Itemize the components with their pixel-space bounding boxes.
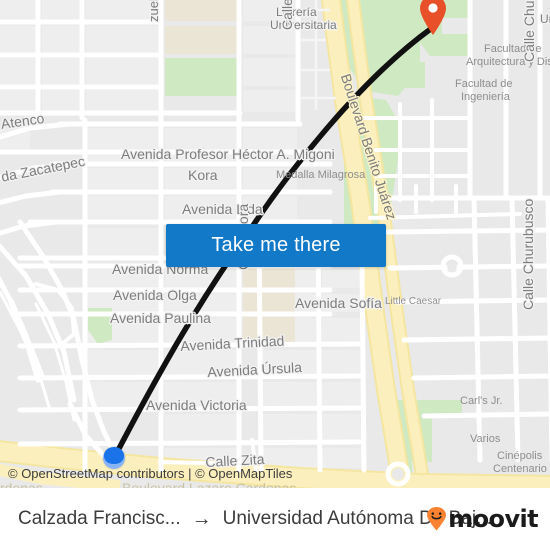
route-summary: Calzada Francisc... → Universidad Autóno… bbox=[18, 508, 492, 531]
map-attribution: © OpenStreetMap contributors | © OpenMap… bbox=[8, 466, 293, 481]
moovit-wordmark: moovit bbox=[448, 505, 538, 533]
arrow-right-icon: → bbox=[191, 507, 212, 530]
route-footer: Calzada Francisc... → Universidad Autóno… bbox=[0, 488, 550, 550]
destination-pin-icon[interactable] bbox=[418, 0, 448, 36]
take-me-there-button[interactable]: Take me there bbox=[166, 224, 386, 267]
moovit-logo: moovit bbox=[426, 505, 539, 533]
route-origin-label: Calzada Francisc... bbox=[18, 508, 181, 529]
map-canvas[interactable]: zuela Librería Universitaria Facultad de Arq… bbox=[0, 0, 550, 488]
moovit-route-preview: zuela Librería Universitaria Facultad de Arq… bbox=[0, 0, 550, 550]
moovit-pin-icon bbox=[427, 507, 447, 531]
